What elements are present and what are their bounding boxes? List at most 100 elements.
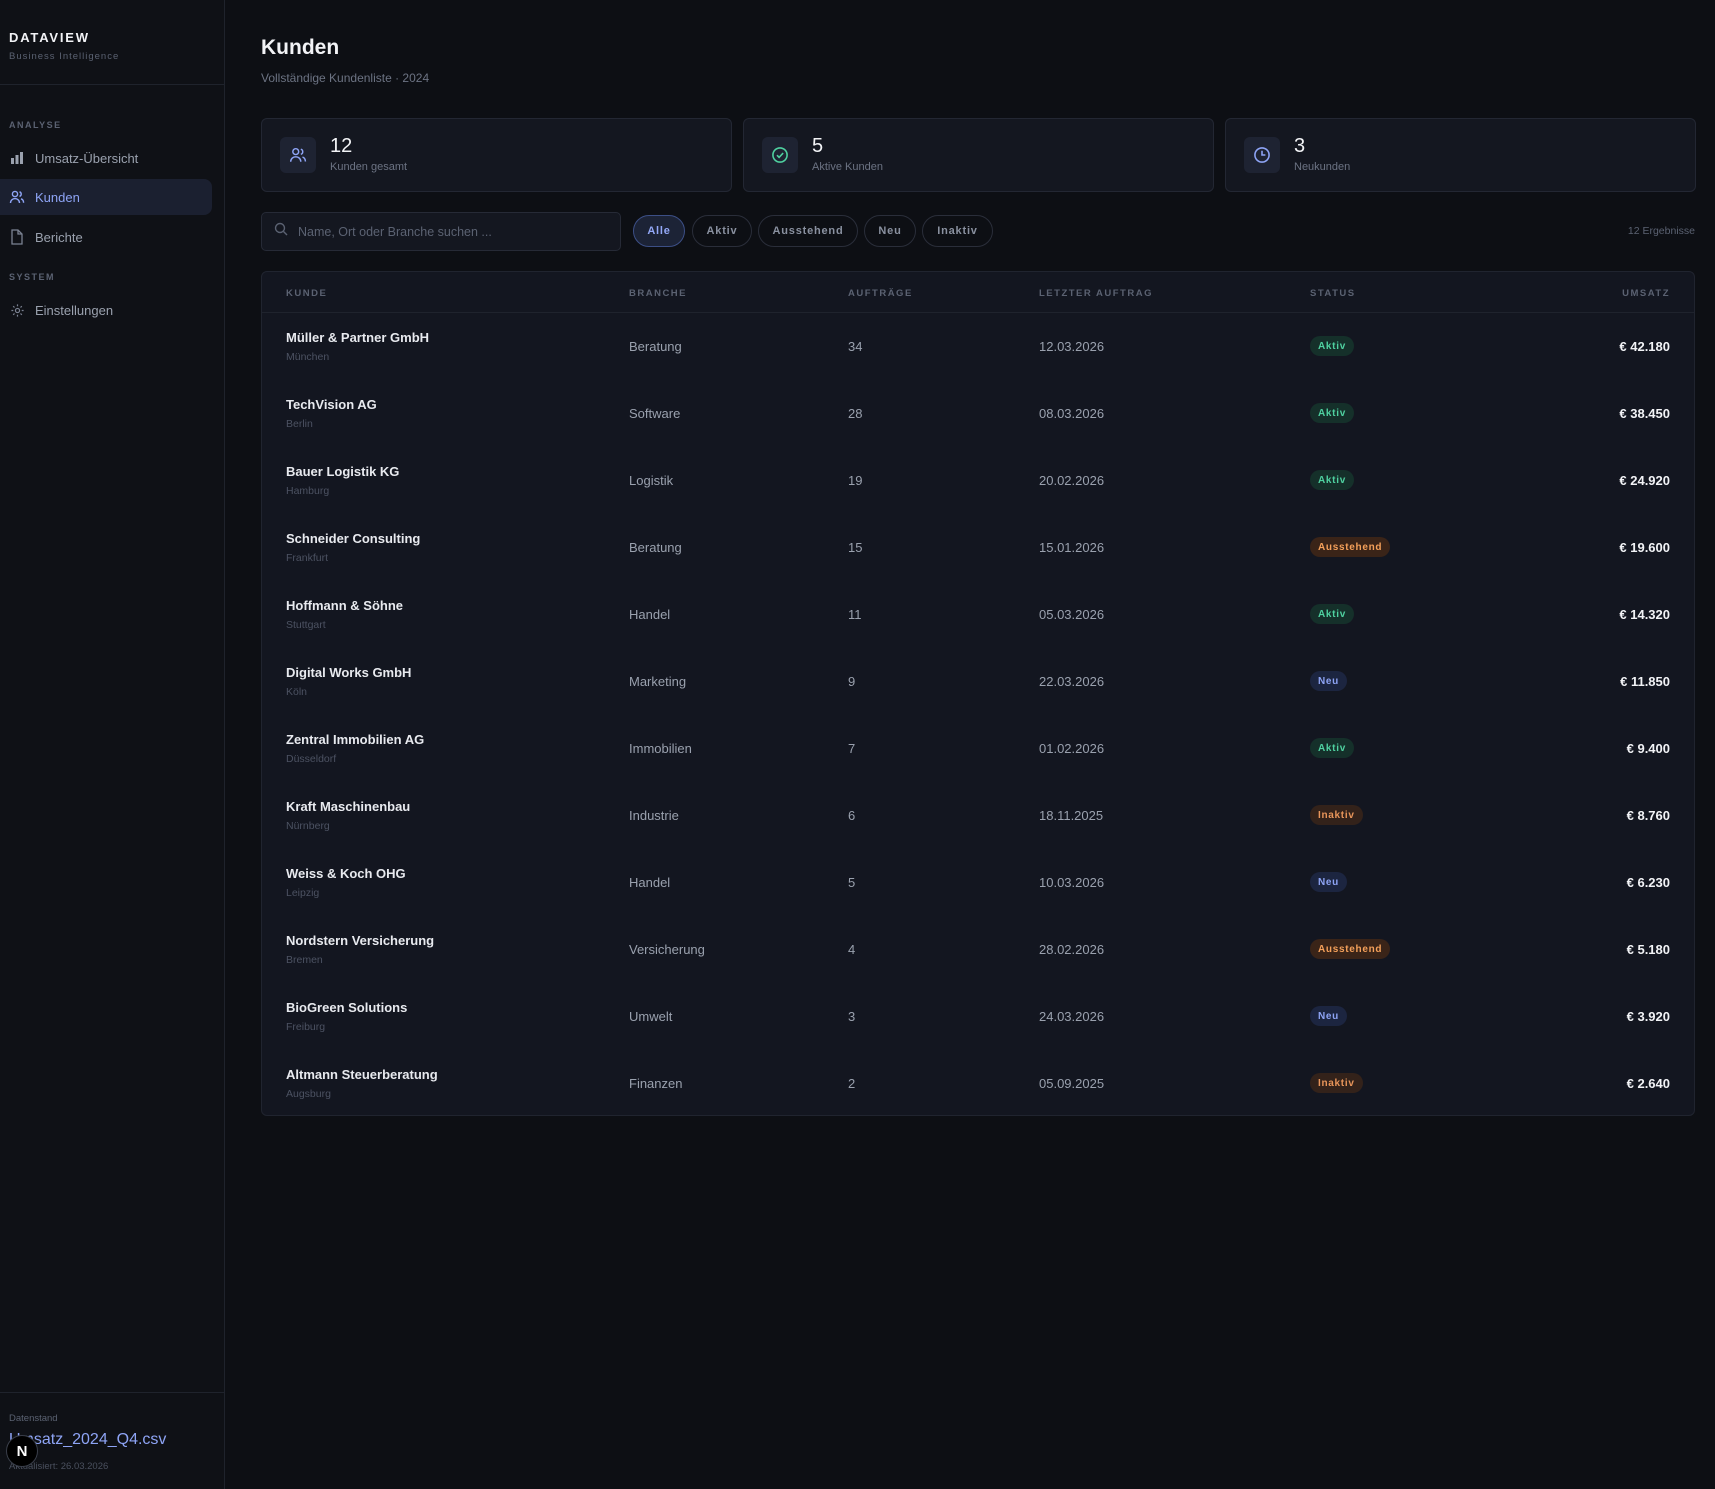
customer-name: Nordstern Versicherung <box>286 933 435 948</box>
customer-last-order: 22.03.2026 <box>1039 674 1105 689</box>
table-row[interactable]: Hoffmann & Söhne Stuttgart Handel 11 05.03.2… <box>262 581 1694 648</box>
filter-chip-ausstehend[interactable]: Ausstehend <box>758 215 858 247</box>
status-badge: Inaktiv <box>1310 805 1363 825</box>
customer-orders: 5 <box>848 875 856 890</box>
kpi-card-active: 5 Aktive Kunden <box>743 118 1214 192</box>
column-header-status[interactable]: STATUS <box>1310 288 1356 299</box>
table-row[interactable]: TechVision AG Berlin Software 28 08.03.2026 A… <box>262 380 1694 447</box>
gear-icon <box>9 302 25 318</box>
customer-city: Leipzig <box>286 887 320 899</box>
table-row[interactable]: Müller & Partner GmbH München Beratung 34 12… <box>262 313 1694 380</box>
search-input[interactable] <box>298 224 598 239</box>
kpi-value: 3 <box>1294 135 1306 157</box>
status-badge: Neu <box>1310 671 1347 691</box>
customer-revenue: € 42.180 <box>1619 339 1670 354</box>
status-badge: Ausstehend <box>1310 939 1391 959</box>
nav-section-system: SYSTEM <box>9 272 56 282</box>
customer-city: Berlin <box>286 418 313 430</box>
table-row[interactable]: Zentral Immobilien AG Düsseldorf Immobilie… <box>262 715 1694 782</box>
customer-last-order: 24.03.2026 <box>1039 1009 1105 1024</box>
table-row[interactable]: Altmann Steuerberatung Augsburg Finanzen 2 0… <box>262 1050 1694 1115</box>
app-logo-badge[interactable]: N <box>6 1435 38 1467</box>
customer-name: Kraft Maschinenbau <box>286 799 411 814</box>
sidebar-item-label: Berichte <box>35 229 83 245</box>
customer-last-order: 05.09.2025 <box>1039 1076 1105 1091</box>
customer-last-order: 15.01.2026 <box>1039 540 1105 555</box>
sidebar-item-umsatz[interactable]: Umsatz-Übersicht <box>0 140 212 176</box>
table-row[interactable]: Digital Works GmbH Köln Marketing 9 22.03.20… <box>262 648 1694 715</box>
customer-name: TechVision AG <box>286 397 377 412</box>
search-icon <box>274 222 288 241</box>
kpi-value: 5 <box>812 135 824 157</box>
customer-revenue: € 38.450 <box>1619 406 1670 421</box>
customer-branch: Beratung <box>629 339 682 354</box>
sidebar-item-label: Kunden <box>35 189 80 205</box>
table-row[interactable]: Kraft Maschinenbau Nürnberg Industrie 6 18.1… <box>262 782 1694 849</box>
filter-chip-aktiv[interactable]: Aktiv <box>692 215 752 247</box>
column-header-kunde[interactable]: KUNDE <box>286 288 327 299</box>
customer-branch: Handel <box>629 607 671 622</box>
status-badge: Aktiv <box>1310 470 1354 490</box>
column-header-auftraege[interactable]: AUFTRÄGE <box>848 288 913 299</box>
column-header-umsatz[interactable]: UMSATZ <box>1622 288 1670 299</box>
kpi-label: Aktive Kunden <box>812 161 883 173</box>
customer-city: Frankfurt <box>286 552 329 564</box>
table-row[interactable]: Bauer Logistik KG Hamburg Logistik 19 20.02.… <box>262 447 1694 514</box>
customer-name: BioGreen Solutions <box>286 1000 408 1015</box>
customer-revenue: € 8.760 <box>1626 808 1670 823</box>
sidebar-item-label: Umsatz-Übersicht <box>35 150 139 166</box>
sidebar-item-berichte[interactable]: Berichte <box>0 219 212 255</box>
column-header-letzter-auftrag[interactable]: LETZTER AUFTRAG <box>1039 288 1153 299</box>
customer-name: Schneider Consulting <box>286 531 421 546</box>
customer-revenue: € 2.640 <box>1626 1076 1670 1091</box>
filter-chip-inaktiv[interactable]: Inaktiv <box>922 215 993 247</box>
data-status-label: Datenstand <box>9 1413 58 1424</box>
sidebar-item-kunden[interactable]: Kunden <box>0 179 212 215</box>
customer-orders: 6 <box>848 808 856 823</box>
customer-last-order: 08.03.2026 <box>1039 406 1105 421</box>
clock-icon <box>1244 137 1280 173</box>
customer-branch: Handel <box>629 875 671 890</box>
sidebar: DATAVIEW Business Intelligence ANALYSE U… <box>0 0 225 1489</box>
status-badge: Aktiv <box>1310 738 1354 758</box>
customer-orders: 2 <box>848 1076 856 1091</box>
customer-last-order: 12.03.2026 <box>1039 339 1105 354</box>
page-title: Kunden <box>261 36 340 59</box>
customer-city: Bremen <box>286 954 323 966</box>
customer-city: Hamburg <box>286 485 330 497</box>
kpi-card-new: 3 Neukunden <box>1225 118 1696 192</box>
users-icon <box>9 189 25 205</box>
kpi-card-total: 12 Kunden gesamt <box>261 118 732 192</box>
status-badge: Neu <box>1310 872 1347 892</box>
table-row[interactable]: BioGreen Solutions Freiburg Umwelt 3 24.03.2… <box>262 983 1694 1050</box>
kpi-value: 12 <box>330 135 353 157</box>
search-field[interactable] <box>261 212 621 251</box>
table-row[interactable]: Schneider Consulting Frankfurt Beratung 15 1… <box>262 514 1694 581</box>
customer-orders: 11 <box>848 607 862 622</box>
customer-last-order: 05.03.2026 <box>1039 607 1105 622</box>
filter-chip-neu[interactable]: Neu <box>864 215 916 247</box>
customer-orders: 9 <box>848 674 856 689</box>
customer-branch: Industrie <box>629 808 679 823</box>
nav-section-analyse: ANALYSE <box>9 120 62 130</box>
customer-branch: Immobilien <box>629 741 692 756</box>
table-header: KUNDE BRANCHE AUFTRÄGE LETZTER AUFTRAG S… <box>262 272 1694 313</box>
data-status-panel: Datenstand Umsatz_2024_Q4.csv Aktualisie… <box>0 1392 225 1489</box>
column-header-branche[interactable]: BRANCHE <box>629 288 687 299</box>
customer-last-order: 01.02.2026 <box>1039 741 1105 756</box>
customer-branch: Finanzen <box>629 1076 683 1091</box>
customer-orders: 15 <box>848 540 863 555</box>
customer-city: Augsburg <box>286 1088 331 1100</box>
result-count: 12 Ergebnisse <box>1627 225 1695 237</box>
table-row[interactable]: Nordstern Versicherung Bremen Versicherung… <box>262 916 1694 983</box>
filter-chip-alle[interactable]: Alle <box>633 215 685 247</box>
table-row[interactable]: Weiss & Koch OHG Leipzig Handel 5 10.03.2026… <box>262 849 1694 916</box>
customer-branch: Software <box>629 406 681 421</box>
customer-name: Bauer Logistik KG <box>286 464 400 479</box>
check-circle-icon <box>762 137 798 173</box>
customer-branch: Umwelt <box>629 1009 673 1024</box>
customer-branch: Beratung <box>629 540 682 555</box>
sidebar-item-einstellungen[interactable]: Einstellungen <box>0 292 212 328</box>
customer-city: München <box>286 351 330 363</box>
customer-revenue: € 11.850 <box>1620 674 1670 689</box>
